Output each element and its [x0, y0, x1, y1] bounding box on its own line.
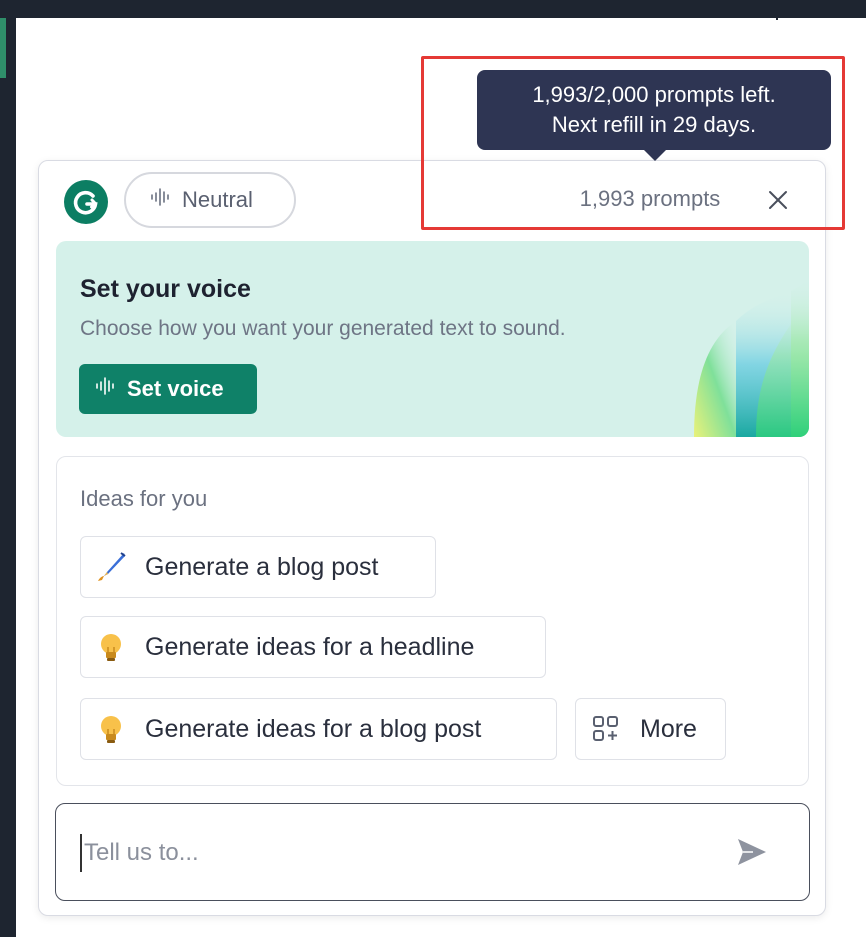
idea-label: Generate ideas for a blog post	[145, 714, 482, 743]
prompt-input[interactable]	[80, 834, 706, 872]
idea-chip-headline[interactable]: Generate ideas for a headline	[80, 616, 546, 678]
voice-card-decoration	[694, 277, 809, 437]
waveform-icon	[150, 186, 172, 214]
more-ideas-button[interactable]: More	[575, 698, 726, 760]
lightbulb-icon	[93, 629, 129, 665]
set-voice-card: Set your voice Choose how you want your …	[56, 241, 809, 437]
voice-card-subtitle: Choose how you want your generated text …	[80, 317, 566, 340]
send-button[interactable]	[732, 834, 772, 874]
prompt-input-container	[55, 803, 810, 901]
tone-label: Neutral	[182, 187, 253, 212]
lightbulb-icon	[93, 711, 129, 747]
grammarly-logo	[64, 180, 108, 224]
send-icon	[735, 835, 769, 874]
window-frame-left	[0, 0, 16, 937]
idea-label: Generate ideas for a headline	[145, 632, 475, 661]
idea-chip-blog-ideas[interactable]: Generate ideas for a blog post	[80, 698, 557, 760]
window-frame-top	[0, 0, 866, 18]
waveform-icon	[95, 375, 117, 403]
window-frame-divider	[776, 0, 778, 20]
pen-icon	[93, 549, 129, 585]
idea-chip-blog-post[interactable]: Generate a blog post	[80, 536, 436, 598]
more-label: More	[640, 714, 697, 743]
grid-plus-icon	[588, 711, 624, 747]
idea-label: Generate a blog post	[145, 552, 379, 581]
tone-selector[interactable]: Neutral	[124, 172, 296, 228]
set-voice-label: Set voice	[127, 376, 224, 401]
window-accent-strip	[0, 18, 6, 78]
annotation-highlight-box	[421, 56, 845, 230]
set-voice-button[interactable]: Set voice	[79, 364, 257, 414]
voice-card-title: Set your voice	[80, 275, 251, 303]
ideas-title: Ideas for you	[80, 486, 208, 511]
